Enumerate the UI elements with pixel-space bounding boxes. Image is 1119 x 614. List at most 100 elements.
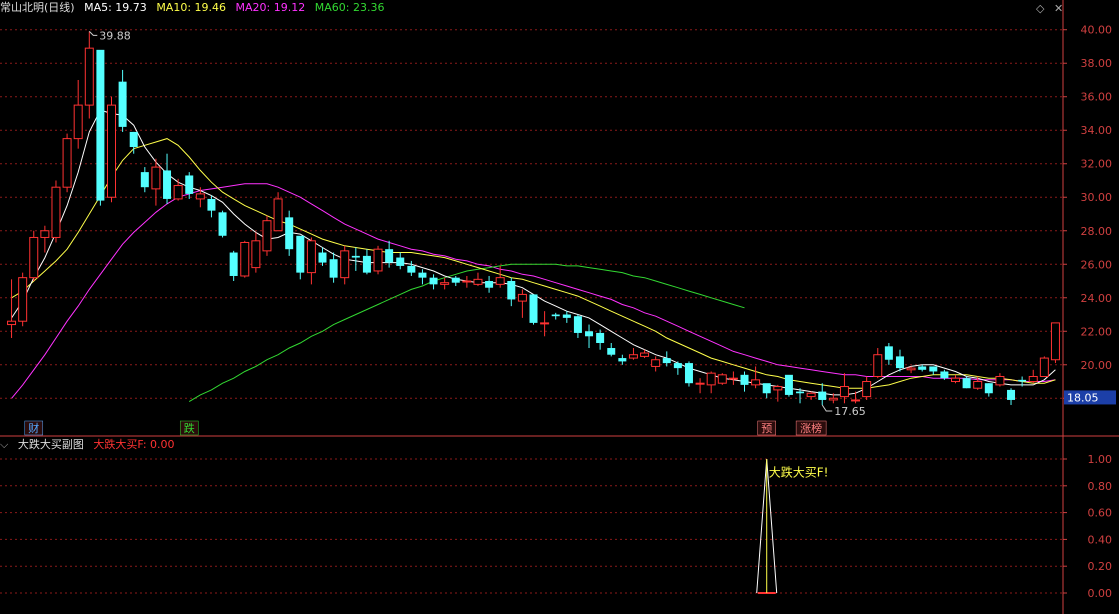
- low-pointer: [821, 404, 833, 412]
- candle-body: [507, 281, 516, 300]
- candle-body: [751, 379, 761, 386]
- candle-body: [951, 377, 960, 383]
- candle-body: [51, 186, 61, 238]
- candle-body: [596, 332, 605, 343]
- candle-body: [318, 252, 327, 263]
- candle-body: [640, 352, 650, 357]
- candle-body: [1007, 389, 1016, 400]
- candle-body: [262, 220, 272, 252]
- candle-body: [540, 322, 550, 325]
- candle-body: [129, 131, 138, 147]
- candle-body: [895, 356, 904, 369]
- candle-body: [573, 316, 582, 333]
- candle-body: [485, 281, 494, 288]
- candle-body: [818, 391, 827, 400]
- candle-body: [796, 391, 805, 394]
- candle-body: [529, 294, 538, 323]
- candle-body: [18, 277, 28, 322]
- candle-body: [218, 212, 227, 236]
- candle-body: [918, 366, 927, 370]
- candle-body: [385, 249, 394, 263]
- candle-body: [29, 236, 39, 279]
- sub-y-tick-label: 1.00: [1088, 453, 1113, 466]
- candle-body: [473, 278, 483, 285]
- candle-body: [984, 383, 993, 394]
- signal-annotation: 大跌大买F!: [769, 464, 829, 479]
- candle-body: [651, 359, 661, 367]
- candle-body: [695, 382, 705, 385]
- event-badge-label: 涨榜: [800, 421, 822, 435]
- candle-body: [251, 240, 261, 269]
- candle-body: [396, 257, 405, 266]
- candle-body: [1050, 322, 1060, 361]
- candle-body: [96, 49, 105, 201]
- candle-body: [862, 381, 872, 398]
- high-pointer: [88, 31, 98, 36]
- candle-body: [73, 104, 83, 140]
- y-tick-label: 34.00: [1081, 124, 1113, 137]
- y-tick-label: 38.00: [1081, 57, 1113, 70]
- candle-body: [662, 358, 671, 364]
- candle-body: [351, 255, 360, 258]
- event-badge-label: 预: [761, 422, 772, 435]
- candle-body: [828, 397, 838, 401]
- candle-body: [962, 378, 971, 389]
- candle-body: [873, 354, 883, 377]
- candle-body: [107, 104, 116, 198]
- sub-y-tick-label: 0.00: [1088, 587, 1113, 600]
- price-chart: 40.00 38.00 36.00 34.00 32.00 30.00 28.00 26.00…: [0, 0, 1119, 614]
- candle-body: [585, 331, 594, 337]
- candle-body: [784, 374, 793, 395]
- sub-y-tick-label: 0.40: [1088, 533, 1113, 546]
- candle-body: [1018, 379, 1027, 382]
- sub-y-tick-label: 0.80: [1088, 480, 1113, 493]
- candle-body: [973, 381, 983, 389]
- y-tick-label: 32.00: [1081, 158, 1113, 171]
- y-tick-label: 28.00: [1081, 225, 1113, 238]
- candle-body: [273, 198, 283, 232]
- candle-body: [673, 363, 682, 369]
- candle-body: [517, 293, 527, 302]
- candle-body: [551, 314, 560, 317]
- y-tick-label: 24.00: [1081, 292, 1113, 305]
- y-tick-label: 40.00: [1081, 24, 1113, 37]
- candle-body: [407, 265, 416, 273]
- candle-body: [929, 366, 938, 372]
- y-tick-label: 36.00: [1081, 91, 1113, 104]
- candle-body: [451, 277, 460, 283]
- y-tick-label: 30.00: [1081, 191, 1113, 204]
- candle-body: [762, 383, 771, 394]
- candle-body: [851, 399, 861, 402]
- candle-body: [285, 217, 294, 250]
- candle-body: [1039, 357, 1049, 377]
- y-tick-label: 26.00: [1081, 258, 1113, 271]
- candle-body: [628, 354, 638, 359]
- candle-body: [207, 198, 216, 211]
- candle-body: [418, 272, 427, 278]
- candle-body: [362, 255, 371, 273]
- sub-y-tick-label: 0.20: [1088, 560, 1113, 573]
- candle-body: [296, 235, 305, 273]
- candle-body: [40, 230, 50, 238]
- candle-body: [118, 81, 127, 127]
- candle-body: [240, 241, 250, 277]
- candle-body: [7, 320, 17, 326]
- candle-body: [440, 282, 450, 285]
- candle-body: [173, 185, 183, 200]
- candle-body: [151, 166, 161, 190]
- candle-body: [562, 314, 571, 318]
- candle-body: [462, 280, 472, 283]
- candle-body: [306, 240, 316, 274]
- candle-body: [163, 170, 172, 199]
- candle-body: [495, 277, 505, 285]
- y-tick-label: 20.00: [1081, 359, 1113, 372]
- candle-body: [340, 250, 350, 279]
- candle-body: [607, 348, 616, 355]
- candle-body: [229, 252, 238, 276]
- candle-body: [717, 374, 727, 384]
- event-badge-label: 跌: [184, 421, 195, 435]
- candle-body: [195, 193, 205, 200]
- candle-body: [773, 386, 783, 391]
- high-price-label: 39.88: [99, 29, 131, 42]
- candle-body: [373, 248, 383, 272]
